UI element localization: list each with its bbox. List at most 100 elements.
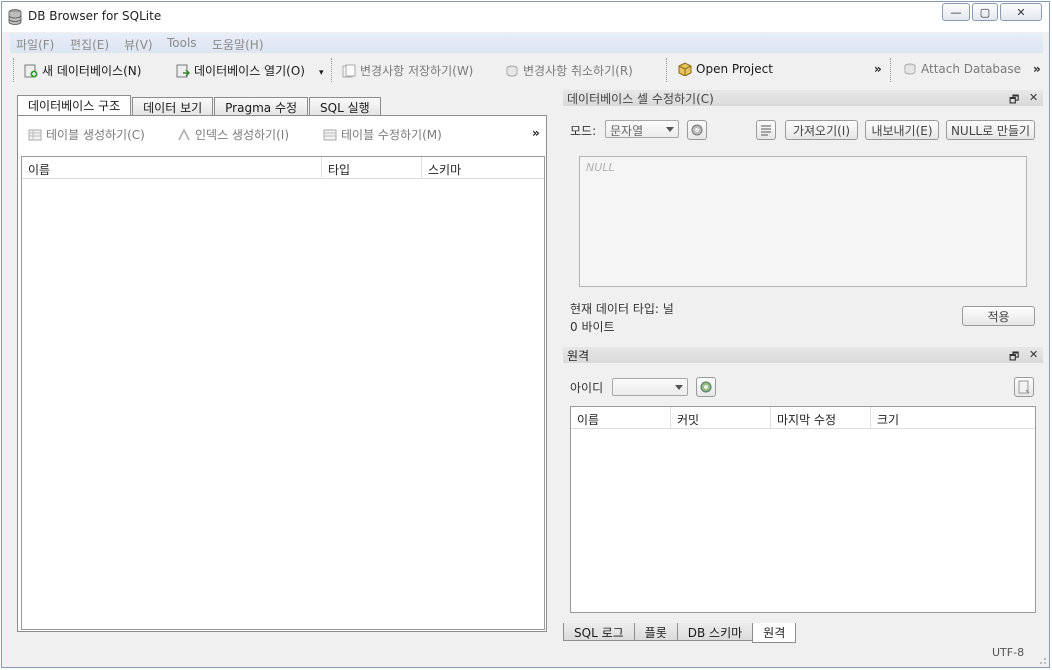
create-table-button[interactable]: 테이블 생성하기(C) xyxy=(28,126,145,143)
toolbar-grip[interactable] xyxy=(13,58,16,82)
close-icon: ✕ xyxy=(1016,5,1026,19)
maximize-button[interactable]: ▢ xyxy=(972,3,998,21)
project-box-icon xyxy=(678,62,692,76)
create-index-button[interactable]: 인덱스 생성하기(I) xyxy=(177,126,289,143)
column-header-name[interactable]: 이름 xyxy=(22,157,322,179)
tab-execute-sql[interactable]: SQL 실행 xyxy=(309,97,381,115)
structure-panel: 테이블 생성하기(C) 인덱스 생성하기(I) 테이블 수정하기(M) » 이름… xyxy=(17,115,547,632)
new-database-label: 새 데이터베이스(N) xyxy=(42,64,142,78)
revert-changes-button[interactable]: 변경사항 취소하기(R) xyxy=(505,62,633,79)
revert-icon xyxy=(506,65,518,77)
open-database-button[interactable]: 데이터베이스 열기(O) xyxy=(176,62,305,79)
column-header-last-modified[interactable]: 마지막 수정 xyxy=(771,407,871,429)
modify-table-icon xyxy=(323,129,337,140)
identity-label: 아이디 xyxy=(570,381,604,395)
edit-cell-dock-title: 데이터베이스 셀 수정하기(C) xyxy=(567,92,714,106)
push-database-button[interactable] xyxy=(1014,377,1034,397)
data-size-info: 0 바이트 xyxy=(570,320,615,334)
remote-dock-header: 원격 🗗 ✕ xyxy=(563,347,1043,363)
upload-icon xyxy=(1018,380,1030,394)
tab-sql-log[interactable]: SQL 로그 xyxy=(563,623,635,641)
open-project-button[interactable]: Open Project xyxy=(678,62,773,76)
main-tabbar: 데이터베이스 구조 데이터 보기 Pragma 수정 SQL 실행 xyxy=(17,95,382,115)
float-icon[interactable]: 🗗 xyxy=(1009,91,1019,110)
column-header-schema[interactable]: 스키마 xyxy=(422,157,546,179)
word-wrap-button[interactable] xyxy=(756,120,776,140)
column-header-size[interactable]: 크기 xyxy=(871,407,1037,429)
toolbar-overflow-button-2[interactable]: » xyxy=(1033,62,1041,76)
tab-database-structure[interactable]: 데이터베이스 구조 xyxy=(17,95,132,115)
menu-tools[interactable]: Tools xyxy=(167,36,197,50)
apply-button[interactable]: 적용 xyxy=(962,306,1035,326)
identity-select[interactable] xyxy=(612,378,688,396)
maximize-icon: ▢ xyxy=(979,5,991,19)
minimize-icon: — xyxy=(950,5,962,19)
attach-database-button[interactable]: Attach Database xyxy=(903,62,1021,76)
close-icon[interactable]: ✕ xyxy=(1029,348,1038,361)
structure-tree-header: 이름 타입 스키마 xyxy=(22,157,544,179)
open-database-icon xyxy=(176,64,190,77)
tab-db-schema[interactable]: DB 스키마 xyxy=(676,623,754,641)
open-project-label: Open Project xyxy=(696,62,773,76)
edit-cell-dock-header: 데이터베이스 셀 수정하기(C) 🗗 ✕ xyxy=(563,90,1043,106)
mode-select[interactable]: 문자열 xyxy=(605,120,679,138)
create-table-icon xyxy=(28,129,42,140)
save-changes-button[interactable]: 변경사항 저장하기(W) xyxy=(342,62,473,79)
tab-plot[interactable]: 플롯 xyxy=(633,623,678,641)
encoding-status: UTF-8 xyxy=(992,646,1025,659)
auto-switch-mode-button[interactable] xyxy=(687,120,707,140)
create-index-icon xyxy=(178,127,190,140)
structure-toolbar-overflow[interactable]: » xyxy=(532,126,540,140)
create-table-label: 테이블 생성하기(C) xyxy=(46,128,145,142)
toolbar-grip[interactable] xyxy=(890,58,893,82)
toolbar-separator xyxy=(331,58,334,82)
gear-icon xyxy=(700,381,712,393)
column-header-name[interactable]: 이름 xyxy=(571,407,671,429)
tab-browse-data[interactable]: 데이터 보기 xyxy=(132,97,214,115)
cell-editor-textarea[interactable]: NULL xyxy=(579,156,1027,287)
structure-tree[interactable]: 이름 타입 스키마 xyxy=(21,156,545,630)
close-button[interactable]: ✕ xyxy=(1000,3,1042,21)
main-toolbar: 새 데이터베이스(N) 데이터베이스 열기(O) ▾ 변경사항 저장하기(W) … xyxy=(10,54,1045,86)
export-button[interactable]: 내보내기(E) xyxy=(865,120,939,140)
new-database-button[interactable]: 새 데이터베이스(N) xyxy=(24,62,141,79)
new-database-icon xyxy=(24,64,38,77)
menu-help[interactable]: 도움말(H) xyxy=(212,36,264,53)
cell-editor-placeholder: NULL xyxy=(586,161,615,174)
tab-remote[interactable]: 원격 xyxy=(752,623,797,643)
create-index-label: 인덱스 생성하기(I) xyxy=(195,128,289,142)
mode-select-value: 문자열 xyxy=(610,124,644,138)
import-button[interactable]: 가져오기(I) xyxy=(785,120,858,140)
window-title: DB Browser for SQLite xyxy=(28,9,162,23)
save-icon xyxy=(342,64,356,77)
minimize-button[interactable]: — xyxy=(942,3,970,21)
data-type-info: 현재 데이터 타입: 널 xyxy=(570,302,674,316)
close-icon[interactable]: ✕ xyxy=(1029,91,1038,104)
open-database-dropdown-icon[interactable]: ▾ xyxy=(319,68,324,78)
float-icon[interactable]: 🗗 xyxy=(1009,348,1019,367)
tab-edit-pragmas[interactable]: Pragma 수정 xyxy=(214,97,309,115)
dock-tabbar: SQL 로그 플롯 DB 스키마 원격 xyxy=(563,623,797,643)
toolbar-separator xyxy=(666,58,669,82)
attach-database-icon xyxy=(904,63,916,75)
column-header-type[interactable]: 타입 xyxy=(322,157,422,179)
modify-table-label: 테이블 수정하기(M) xyxy=(341,128,442,142)
toolbar-overflow-button[interactable]: » xyxy=(874,62,882,76)
set-null-button[interactable]: NULL로 만들기 xyxy=(946,120,1035,140)
database-icon xyxy=(8,9,22,25)
modify-table-button[interactable]: 테이블 수정하기(M) xyxy=(323,126,442,143)
menu-file[interactable]: 파일(F) xyxy=(16,36,54,53)
resize-grip-icon[interactable] xyxy=(1035,653,1047,665)
remote-tree-header: 이름 커밋 마지막 수정 크기 xyxy=(571,407,1035,429)
save-changes-label: 변경사항 저장하기(W) xyxy=(360,64,474,78)
menu-bar: 파일(F) 편집(E) 뷰(V) Tools 도움말(H) xyxy=(10,33,1043,53)
mode-label: 모드: xyxy=(570,124,597,138)
remote-tree[interactable]: 이름 커밋 마지막 수정 크기 xyxy=(570,406,1036,613)
configure-identity-button[interactable] xyxy=(696,377,716,397)
gear-icon xyxy=(691,124,703,136)
column-header-commit[interactable]: 커밋 xyxy=(671,407,771,429)
menu-view[interactable]: 뷰(V) xyxy=(124,36,153,53)
chevron-down-icon xyxy=(666,127,674,132)
menu-edit[interactable]: 편집(E) xyxy=(70,36,109,53)
remote-dock-title: 원격 xyxy=(567,349,590,363)
